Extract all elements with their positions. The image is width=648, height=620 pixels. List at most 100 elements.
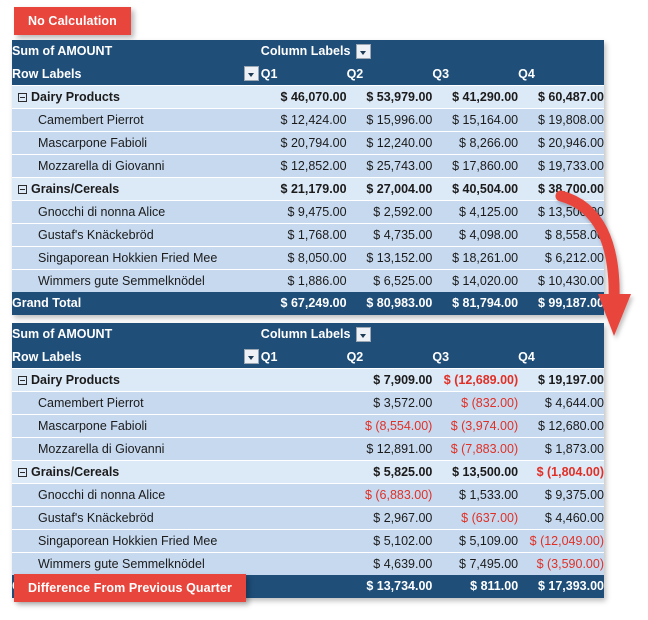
cell-value: $ 60,487.00 [518, 85, 604, 109]
cell-value: $ 8,050.00 [260, 246, 347, 270]
cell-value: $ 9,475.00 [260, 200, 347, 224]
cell-value [260, 506, 347, 530]
cell-value: $ 4,735.00 [346, 223, 433, 247]
column-header-q1[interactable]: Q1 [260, 346, 347, 369]
cell-value [260, 483, 347, 507]
row-label-text: Camembert Pierrot [38, 113, 144, 127]
row-group-label[interactable]: Grains/Cereals [12, 460, 261, 484]
cell-value: $ (6,883.00) [346, 483, 433, 507]
grand-total-value: $ 99,187.00 [518, 292, 604, 315]
table-row: Mascarpone Fabioli $ 20,794.00 $ 12,240.00… [12, 131, 604, 155]
collapse-minus-icon[interactable] [18, 184, 27, 194]
cell-value: $ 46,070.00 [260, 85, 347, 109]
row-item-label: Gnocchi di nonna Alice [12, 200, 261, 224]
column-labels-text: Column Labels [260, 327, 351, 341]
cell-value: $ (832.00) [432, 391, 519, 415]
cell-value: $ 2,967.00 [346, 506, 433, 530]
row-labels-header: Row Labels [12, 346, 261, 369]
column-header-q2[interactable]: Q2 [346, 346, 433, 369]
row-group-label[interactable]: Grains/Cereals [12, 177, 261, 201]
table-row: Singaporean Hokkien Fried Mee $ 5,102.00 $… [12, 529, 604, 553]
row-label-text: Camembert Pierrot [38, 396, 144, 410]
cell-value: $ 4,460.00 [518, 506, 604, 530]
cell-value: $ 12,680.00 [518, 414, 604, 438]
row-labels-filter-icon[interactable] [243, 349, 259, 364]
table-row: Camembert Pierrot $ 3,572.00 $ (832.00) $ 4… [12, 391, 604, 415]
grand-total-value: $ 80,983.00 [346, 292, 433, 315]
row-label-text: Gustaf's Knäckebröd [38, 511, 154, 525]
table-row: Gustaf's Knäckebröd $ 1,768.00 $ 4,735.00 $… [12, 223, 604, 247]
cell-value: $ 12,891.00 [346, 437, 433, 461]
collapse-minus-icon[interactable] [18, 467, 27, 477]
row-item-label: Mascarpone Fabioli [12, 131, 261, 155]
cell-value: $ 1,886.00 [260, 269, 347, 292]
cell-value: $ 19,197.00 [518, 368, 604, 392]
cell-value: $ 53,979.00 [346, 85, 433, 109]
row-item-label: Mozzarella di Giovanni [12, 437, 261, 461]
collapse-minus-icon[interactable] [18, 375, 27, 385]
cell-value: $ 3,572.00 [346, 391, 433, 415]
cell-value: $ 5,109.00 [432, 529, 519, 553]
grand-total-label: Grand Total [12, 292, 261, 315]
grand-total-value: $ 17,393.00 [518, 575, 604, 598]
row-item-label: Singaporean Hokkien Fried Mee [12, 529, 261, 553]
column-header-q1[interactable]: Q1 [260, 63, 347, 86]
cell-value: $ 38,700.00 [518, 177, 604, 201]
grand-total-value: $ 67,249.00 [260, 292, 347, 315]
cell-value: $ 8,266.00 [432, 131, 519, 155]
column-labels-filter-icon[interactable] [356, 327, 372, 343]
table-row: Dairy Products $ 7,909.00 $ (12,689.00) $ 1… [12, 368, 604, 392]
row-group-label[interactable]: Dairy Products [12, 368, 261, 392]
cell-value: $ 13,500.00 [432, 460, 519, 484]
pivot-header-row-2: Row Labels Q1 Q2 Q3 Q4 [12, 63, 604, 86]
pivot-body-bottom: Dairy Products $ 7,909.00 $ (12,689.00) $ 1… [12, 368, 604, 598]
cell-value [260, 460, 347, 484]
table-row: Mascarpone Fabioli $ (8,554.00) $ (3,974.0… [12, 414, 604, 438]
table-row: Gnocchi di nonna Alice $ 9,475.00 $ 2,592.… [12, 200, 604, 224]
row-group-label[interactable]: Dairy Products [12, 85, 261, 109]
cell-value: $ 9,375.00 [518, 483, 604, 507]
table-row: Grains/Cereals $ 5,825.00 $ 13,500.00 $ (1,… [12, 460, 604, 484]
cell-value: $ 4,098.00 [432, 223, 519, 247]
cell-value: $ 14,020.00 [432, 269, 519, 292]
row-label-text: Wimmers gute Semmelknödel [38, 557, 205, 571]
row-labels-text: Row Labels [12, 350, 82, 364]
column-header-q3[interactable]: Q3 [432, 63, 519, 86]
grand-total-value: $ 811.00 [432, 575, 519, 598]
cell-value: $ 13,500.00 [518, 200, 604, 224]
table-row: Singaporean Hokkien Fried Mee $ 8,050.00 $… [12, 246, 604, 270]
cell-value: $ (12,689.00) [432, 368, 519, 392]
cell-value: $ 5,102.00 [346, 529, 433, 553]
cell-value: $ 7,495.00 [432, 552, 519, 575]
table-row: Mozzarella di Giovanni $ 12,852.00 $ 25,74… [12, 154, 604, 178]
row-item-label: Mozzarella di Giovanni [12, 154, 261, 178]
column-header-q4[interactable]: Q4 [518, 346, 604, 369]
cell-value: $ (7,883.00) [432, 437, 519, 461]
grand-total-value: $ 81,794.00 [432, 292, 519, 315]
cell-value: $ 4,644.00 [518, 391, 604, 415]
collapse-minus-icon[interactable] [18, 92, 27, 102]
column-header-q2[interactable]: Q2 [346, 63, 433, 86]
pivot-header-row-2: Row Labels Q1 Q2 Q3 Q4 [12, 346, 604, 369]
table-row: Wimmers gute Semmelknödel $ 4,639.00 $ 7,4… [12, 552, 604, 575]
row-labels-filter-icon[interactable] [243, 66, 259, 81]
cell-value [260, 552, 347, 575]
cell-value: $ (8,554.00) [346, 414, 433, 438]
cell-value: $ (3,974.00) [432, 414, 519, 438]
row-item-label: Gustaf's Knäckebröd [12, 506, 261, 530]
cell-value: $ 2,592.00 [346, 200, 433, 224]
cell-value: $ 20,946.00 [518, 131, 604, 155]
column-header-q4[interactable]: Q4 [518, 63, 604, 86]
row-label-text: Dairy Products [31, 373, 120, 387]
row-item-label: Camembert Pierrot [12, 391, 261, 415]
column-labels-filter-icon[interactable] [356, 44, 372, 60]
grand-total-value [260, 575, 347, 598]
column-header-q3[interactable]: Q3 [432, 346, 519, 369]
row-label-text: Singaporean Hokkien Fried Mee [38, 534, 218, 548]
row-label-text: Mozzarella di Giovanni [38, 159, 165, 173]
no-calculation-badge-label: No Calculation [28, 14, 117, 28]
cell-value [260, 437, 347, 461]
pivot-body-top: Dairy Products $ 46,070.00 $ 53,979.00 $ 41… [12, 85, 604, 315]
cell-value: $ 27,004.00 [346, 177, 433, 201]
table-row: Dairy Products $ 46,070.00 $ 53,979.00 $ 41… [12, 85, 604, 109]
